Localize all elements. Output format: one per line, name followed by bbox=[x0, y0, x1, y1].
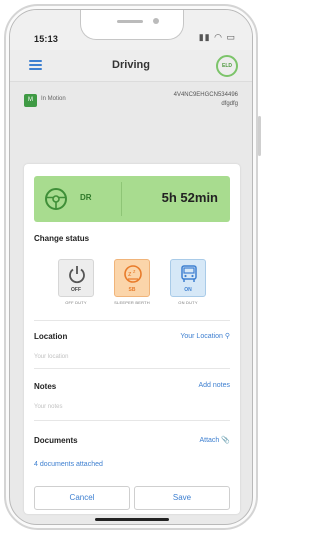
off-duty-caption: OFF DUTY bbox=[65, 300, 87, 305]
section-divider bbox=[34, 420, 230, 421]
documents-label: Documents bbox=[34, 436, 78, 445]
paperclip-icon: 📎 bbox=[221, 437, 230, 444]
status-duration: 5h 52min bbox=[161, 190, 218, 205]
home-indicator bbox=[95, 518, 169, 521]
off-duty-code: OFF bbox=[71, 287, 81, 293]
motion-label: In Motion bbox=[41, 96, 66, 102]
steering-wheel-icon bbox=[45, 188, 67, 210]
sleeper-berth-caption: SLEEPER BERTH bbox=[114, 300, 150, 305]
device-notch bbox=[80, 10, 184, 40]
section-divider bbox=[34, 368, 230, 369]
notes-input[interactable]: Your notes bbox=[34, 404, 62, 410]
status-time: 15:13 bbox=[34, 34, 59, 44]
location-pin-icon: ⚲ bbox=[224, 333, 230, 340]
svg-text:z: z bbox=[128, 271, 132, 278]
svg-text:z: z bbox=[133, 269, 136, 275]
your-location-link[interactable]: Your Location ⚲ bbox=[180, 332, 230, 340]
add-notes-link[interactable]: Add notes bbox=[198, 382, 230, 389]
vehicle-name: dfgdfg bbox=[221, 101, 238, 107]
cancel-button[interactable]: Cancel bbox=[34, 486, 130, 510]
sleep-icon: z z bbox=[124, 265, 142, 283]
app-screen: 15:13 ▮▮ ◠ ▭ Driving ELD M In Motion 4V4… bbox=[9, 9, 253, 525]
off-duty-button[interactable]: OFF bbox=[58, 259, 94, 297]
save-button[interactable]: Save bbox=[134, 486, 230, 510]
card-divider bbox=[121, 182, 122, 216]
eld-connection-badge[interactable]: ELD bbox=[216, 55, 238, 77]
truck-icon bbox=[181, 265, 197, 282]
motion-status-row: M In Motion 4V4NC9EHGCN534496 dfgdfg bbox=[10, 86, 252, 120]
signal-wifi-battery-icons: ▮▮ ◠ ▭ bbox=[198, 32, 236, 42]
notes-label: Notes bbox=[34, 382, 57, 391]
camera-icon bbox=[153, 18, 159, 24]
location-label: Location bbox=[34, 332, 68, 341]
section-divider bbox=[34, 320, 230, 321]
current-status-code: DR bbox=[80, 193, 92, 202]
sleeper-berth-code: SB bbox=[128, 287, 136, 293]
change-status-modal: DR 5h 52min Change status OFF z z SB ON … bbox=[24, 164, 240, 514]
power-icon bbox=[69, 266, 85, 284]
sleeper-berth-button[interactable]: z z SB bbox=[114, 259, 150, 297]
on-duty-caption: ON DUTY bbox=[178, 300, 198, 305]
motion-badge: M bbox=[24, 94, 37, 107]
speaker-icon bbox=[117, 20, 143, 23]
location-input[interactable]: Your location bbox=[34, 354, 68, 360]
status-bar: 15:13 ▮▮ ◠ ▭ bbox=[10, 10, 252, 50]
attach-link[interactable]: Attach 📎 bbox=[199, 436, 230, 444]
current-status-card: DR 5h 52min bbox=[34, 176, 230, 222]
app-header: Driving ELD bbox=[10, 50, 252, 82]
vehicle-vin: 4V4NC9EHGCN534496 bbox=[173, 92, 238, 98]
documents-attached-link[interactable]: 4 documents attached bbox=[34, 461, 103, 468]
vehicle-info: 4V4NC9EHGCN534496 dfgdfg bbox=[174, 91, 238, 109]
on-duty-button[interactable]: ON bbox=[170, 259, 206, 297]
your-location-text: Your Location bbox=[180, 333, 223, 340]
on-duty-code: ON bbox=[184, 287, 192, 293]
change-status-label: Change status bbox=[34, 234, 90, 243]
attach-text: Attach bbox=[199, 437, 220, 444]
